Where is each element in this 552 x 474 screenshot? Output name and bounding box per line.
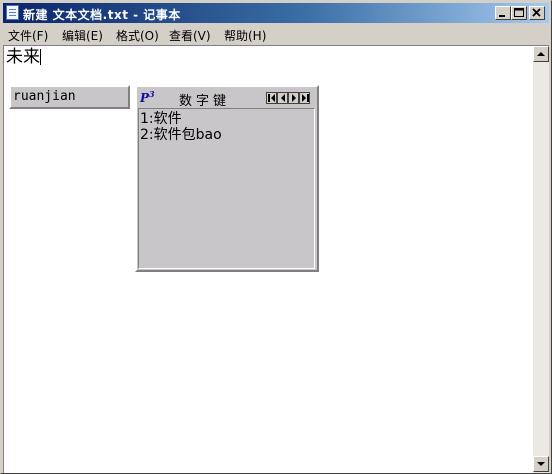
first-page-icon <box>268 94 275 102</box>
candidate-title: 数字键 <box>179 94 231 109</box>
prev-page-button[interactable] <box>277 92 288 104</box>
last-page-button[interactable] <box>299 92 310 104</box>
maximize-icon <box>514 8 524 17</box>
vertical-scrollbar[interactable] <box>533 46 549 473</box>
close-icon <box>532 8 541 17</box>
ime-logo: P3 <box>140 89 155 105</box>
next-page-icon <box>292 94 296 102</box>
menu-format[interactable]: 格式(O) <box>116 27 159 44</box>
candidate-item[interactable]: 2:软件包bao <box>140 127 222 143</box>
notepad-window: 新建 文本文档.txt - 记事本 文件(F) 编辑(E) 格式(O) 查看(V… <box>0 0 552 474</box>
candidate-item[interactable]: 1:软件 <box>140 111 182 127</box>
close-button[interactable] <box>529 6 545 20</box>
menu-bar: 文件(F) 编辑(E) 格式(O) 查看(V) 帮助(H) <box>3 24 549 44</box>
composition-text: ruanjian <box>13 89 76 104</box>
menu-view[interactable]: 查看(V) <box>169 27 211 44</box>
candidate-header: P3 数字键 <box>137 87 317 109</box>
maximize-button[interactable] <box>511 6 527 20</box>
arrow-up-icon <box>537 52 545 56</box>
prev-page-icon <box>281 94 285 102</box>
menu-edit[interactable]: 编辑(E) <box>62 27 103 44</box>
last-page-icon <box>302 94 309 102</box>
next-page-button[interactable] <box>288 92 299 104</box>
ime-composition-window: ruanjian <box>9 85 130 109</box>
minimize-button[interactable] <box>495 6 511 20</box>
menu-file[interactable]: 文件(F) <box>8 27 48 44</box>
menu-help[interactable]: 帮助(H) <box>224 27 266 44</box>
title-bar[interactable]: 新建 文本文档.txt - 记事本 <box>3 3 549 23</box>
editor-content[interactable]: 未来 <box>6 47 40 67</box>
scroll-up-button[interactable] <box>533 46 549 62</box>
arrow-down-icon <box>537 462 545 466</box>
candidate-list: 1:软件 2:软件包bao <box>138 108 315 269</box>
text-caret <box>40 49 41 65</box>
window-title: 新建 文本文档.txt - 记事本 <box>23 8 181 22</box>
minimize-icon <box>499 15 505 17</box>
scroll-down-button[interactable] <box>533 456 549 472</box>
notepad-icon[interactable] <box>6 5 19 20</box>
first-page-button[interactable] <box>266 92 277 104</box>
ime-candidate-window: P3 数字键 1:软件 2:软件包bao <box>135 85 319 272</box>
